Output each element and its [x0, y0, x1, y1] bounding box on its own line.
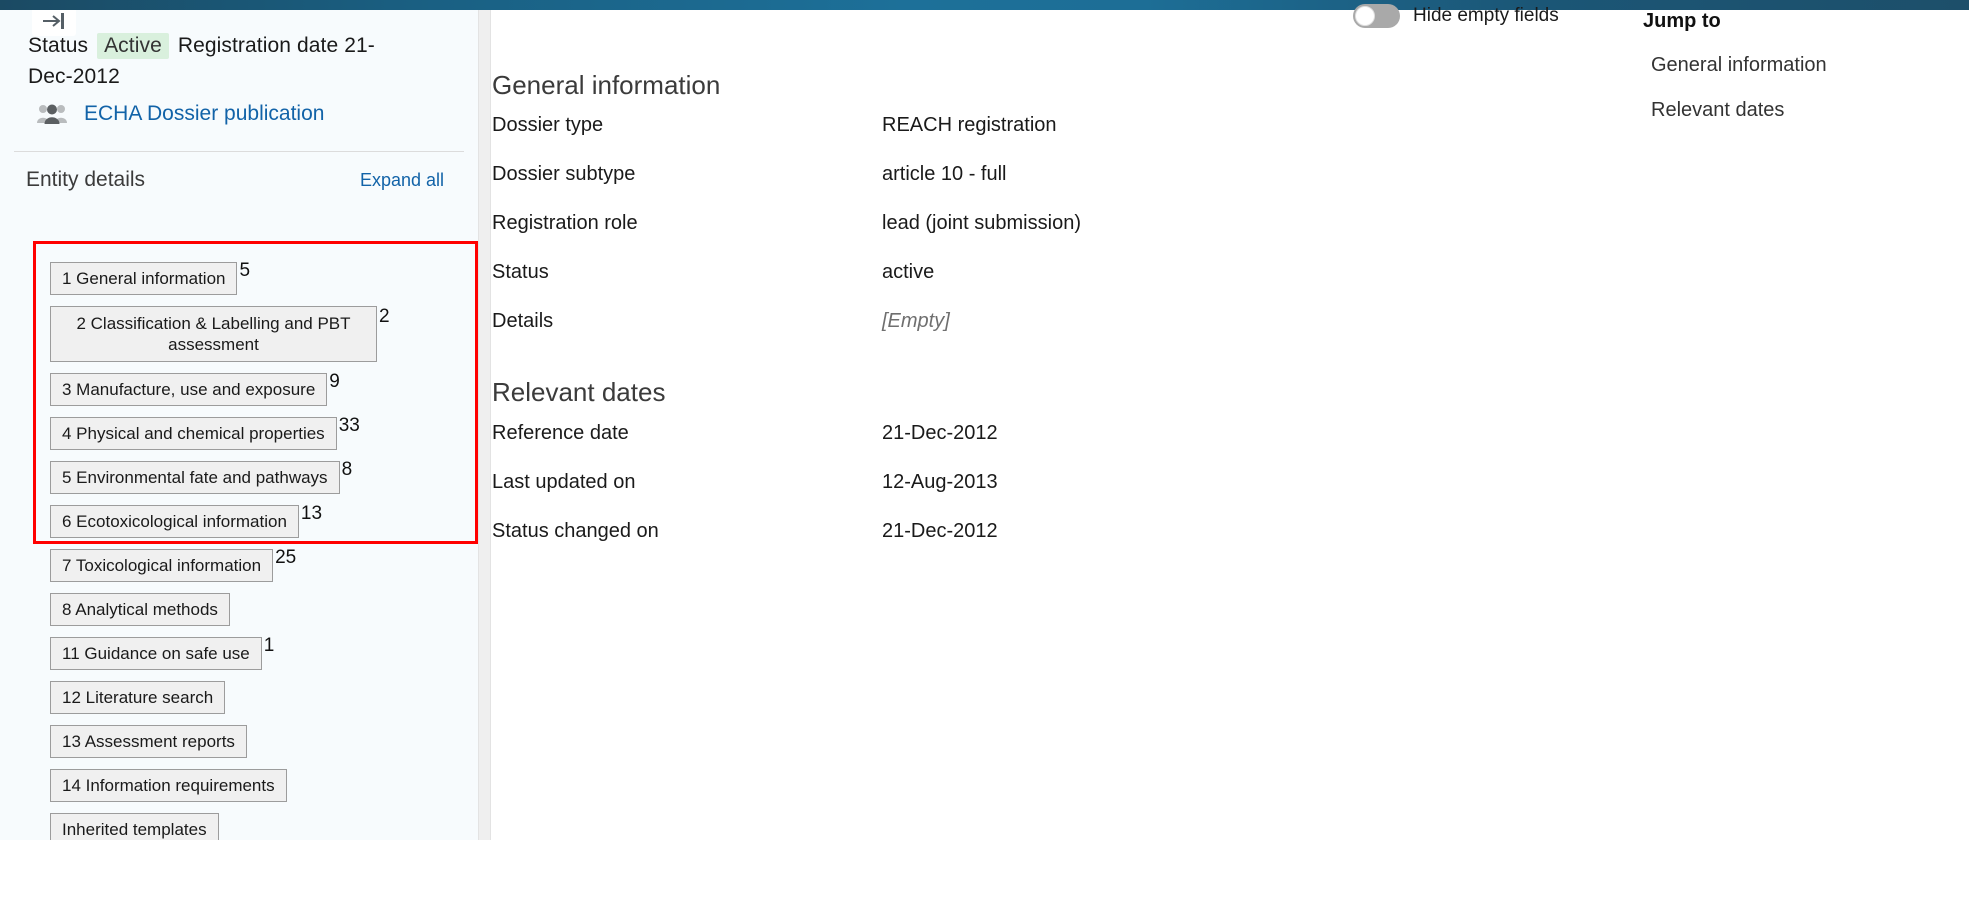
entity-tree-item[interactable]: 14 Information requirements	[0, 769, 478, 802]
entity-sidebar: Status Active Registration date 21-Dec-2…	[0, 10, 478, 840]
field-row: Last updated on12-Aug-2013	[492, 471, 1592, 494]
entity-tree-item-count: 1	[264, 635, 275, 657]
entity-tree-item-count: 8	[342, 459, 353, 481]
field-row: Details[Empty]	[492, 310, 1592, 333]
main-content: General information Dossier typeREACH re…	[492, 10, 1969, 918]
entity-tree-item-button[interactable]: 6 Ecotoxicological information	[50, 505, 299, 538]
entity-tree-item-button[interactable]: 1 General information	[50, 262, 237, 295]
entity-tree-item-button[interactable]: 7 Toxicological information	[50, 549, 273, 582]
entity-tree-item-count: 33	[339, 415, 360, 437]
field-row: Statusactive	[492, 261, 1592, 284]
toggle-knob	[1355, 6, 1375, 26]
field-label: Dossier type	[492, 114, 882, 137]
jump-to-link[interactable]: General information	[1651, 54, 1943, 77]
dossier-publication-row[interactable]: ECHA Dossier publication	[36, 102, 324, 126]
field-label: Status changed on	[492, 520, 882, 543]
entity-tree-item[interactable]: 6 Ecotoxicological information13	[0, 505, 478, 538]
status-badge: Active	[97, 33, 169, 59]
entity-tree-item-count: 25	[275, 547, 296, 569]
entity-details-header: Entity details Expand all	[0, 168, 466, 192]
general-information-rows: Dossier typeREACH registration Dossier su…	[492, 114, 1592, 359]
field-value: 12-Aug-2013	[882, 471, 998, 494]
status-label: Status	[28, 34, 88, 57]
sidebar-scrollbar[interactable]	[478, 10, 491, 840]
field-value: lead (joint submission)	[882, 212, 1081, 235]
entity-tree-item-button[interactable]: 3 Manufacture, use and exposure	[50, 373, 327, 406]
field-label: Dossier subtype	[492, 163, 882, 186]
field-row: Dossier typeREACH registration	[492, 114, 1592, 137]
hide-empty-fields-control[interactable]: Hide empty fields	[1353, 4, 1559, 28]
relevant-dates-heading: Relevant dates	[492, 377, 665, 408]
field-label: Last updated on	[492, 471, 882, 494]
dossier-publication-link[interactable]: ECHA Dossier publication	[84, 102, 324, 126]
field-row: Reference date21-Dec-2012	[492, 422, 1592, 445]
field-label: Reference date	[492, 422, 882, 445]
field-label: Details	[492, 310, 882, 333]
entity-tree-item[interactable]: 1 General information5	[0, 262, 478, 295]
entity-tree-item-count: 5	[239, 260, 250, 282]
entity-tree-item-count: 9	[329, 371, 340, 393]
entity-tree-item-count: 13	[301, 503, 322, 525]
status-line: Status Active Registration date 21-Dec-2…	[28, 30, 388, 92]
entity-tree-item-button[interactable]: 11 Guidance on safe use	[50, 637, 262, 670]
entity-tree-item[interactable]: Inherited templates	[0, 813, 478, 840]
top-app-bar	[0, 0, 1969, 10]
entity-tree-item[interactable]: 11 Guidance on safe use1	[0, 637, 478, 670]
field-row: Status changed on21-Dec-2012	[492, 520, 1592, 543]
entity-tree-item-button[interactable]: 12 Literature search	[50, 681, 225, 714]
entity-tree-item-button[interactable]: 13 Assessment reports	[50, 725, 247, 758]
entity-tree-item[interactable]: 13 Assessment reports	[0, 725, 478, 758]
entity-tree-item[interactable]: 4 Physical and chemical properties33	[0, 417, 478, 450]
jump-to-panel: Jump to General information Relevant date…	[1643, 10, 1943, 144]
field-label: Registration role	[492, 212, 882, 235]
entity-tree-item-button[interactable]: Inherited templates	[50, 813, 219, 840]
hide-empty-fields-toggle[interactable]	[1353, 4, 1400, 28]
field-value-empty: [Empty]	[882, 310, 950, 333]
entity-tree-list: 1 General information5 2 Classification &…	[0, 262, 478, 840]
field-row: Registration rolelead (joint submission)	[492, 212, 1592, 235]
entity-details-title: Entity details	[26, 168, 145, 192]
entity-tree-item[interactable]: 8 Analytical methods	[0, 593, 478, 626]
hide-empty-fields-label: Hide empty fields	[1413, 5, 1559, 27]
entity-tree-item[interactable]: 12 Literature search	[0, 681, 478, 714]
entity-tree-item[interactable]: 2 Classification & Labelling and PBT ass…	[0, 306, 478, 362]
field-value: 21-Dec-2012	[882, 422, 998, 445]
entity-tree-item[interactable]: 5 Environmental fate and pathways8	[0, 461, 478, 494]
entity-tree-item-button[interactable]: 5 Environmental fate and pathways	[50, 461, 340, 494]
entity-tree-item[interactable]: 3 Manufacture, use and exposure9	[0, 373, 478, 406]
general-information-heading: General information	[492, 70, 720, 101]
expand-all-link[interactable]: Expand all	[360, 170, 444, 191]
entity-tree-item-button[interactable]: 8 Analytical methods	[50, 593, 230, 626]
field-value: article 10 - full	[882, 163, 1007, 186]
entity-tree-item-button[interactable]: 4 Physical and chemical properties	[50, 417, 337, 450]
entity-tree-item-button[interactable]: 2 Classification & Labelling and PBT ass…	[50, 306, 377, 362]
field-value: active	[882, 261, 934, 284]
field-value: REACH registration	[882, 114, 1057, 137]
jump-to-links: General information Relevant dates	[1643, 54, 1943, 122]
sidebar-divider	[14, 151, 464, 152]
relevant-dates-rows: Reference date21-Dec-2012Last updated on…	[492, 422, 1592, 569]
entity-tree-item-count: 2	[379, 306, 390, 328]
jump-to-title: Jump to	[1643, 10, 1943, 33]
entity-tree-item[interactable]: 7 Toxicological information25	[0, 549, 478, 582]
entity-tree-item-button[interactable]: 14 Information requirements	[50, 769, 287, 802]
people-group-icon	[36, 103, 68, 125]
field-label: Status	[492, 261, 882, 284]
collapse-panel-glyph	[41, 12, 67, 30]
registration-date-label: Registration date	[178, 34, 338, 57]
field-row: Dossier subtypearticle 10 - full	[492, 163, 1592, 186]
jump-to-link[interactable]: Relevant dates	[1651, 99, 1943, 122]
field-value: 21-Dec-2012	[882, 520, 998, 543]
